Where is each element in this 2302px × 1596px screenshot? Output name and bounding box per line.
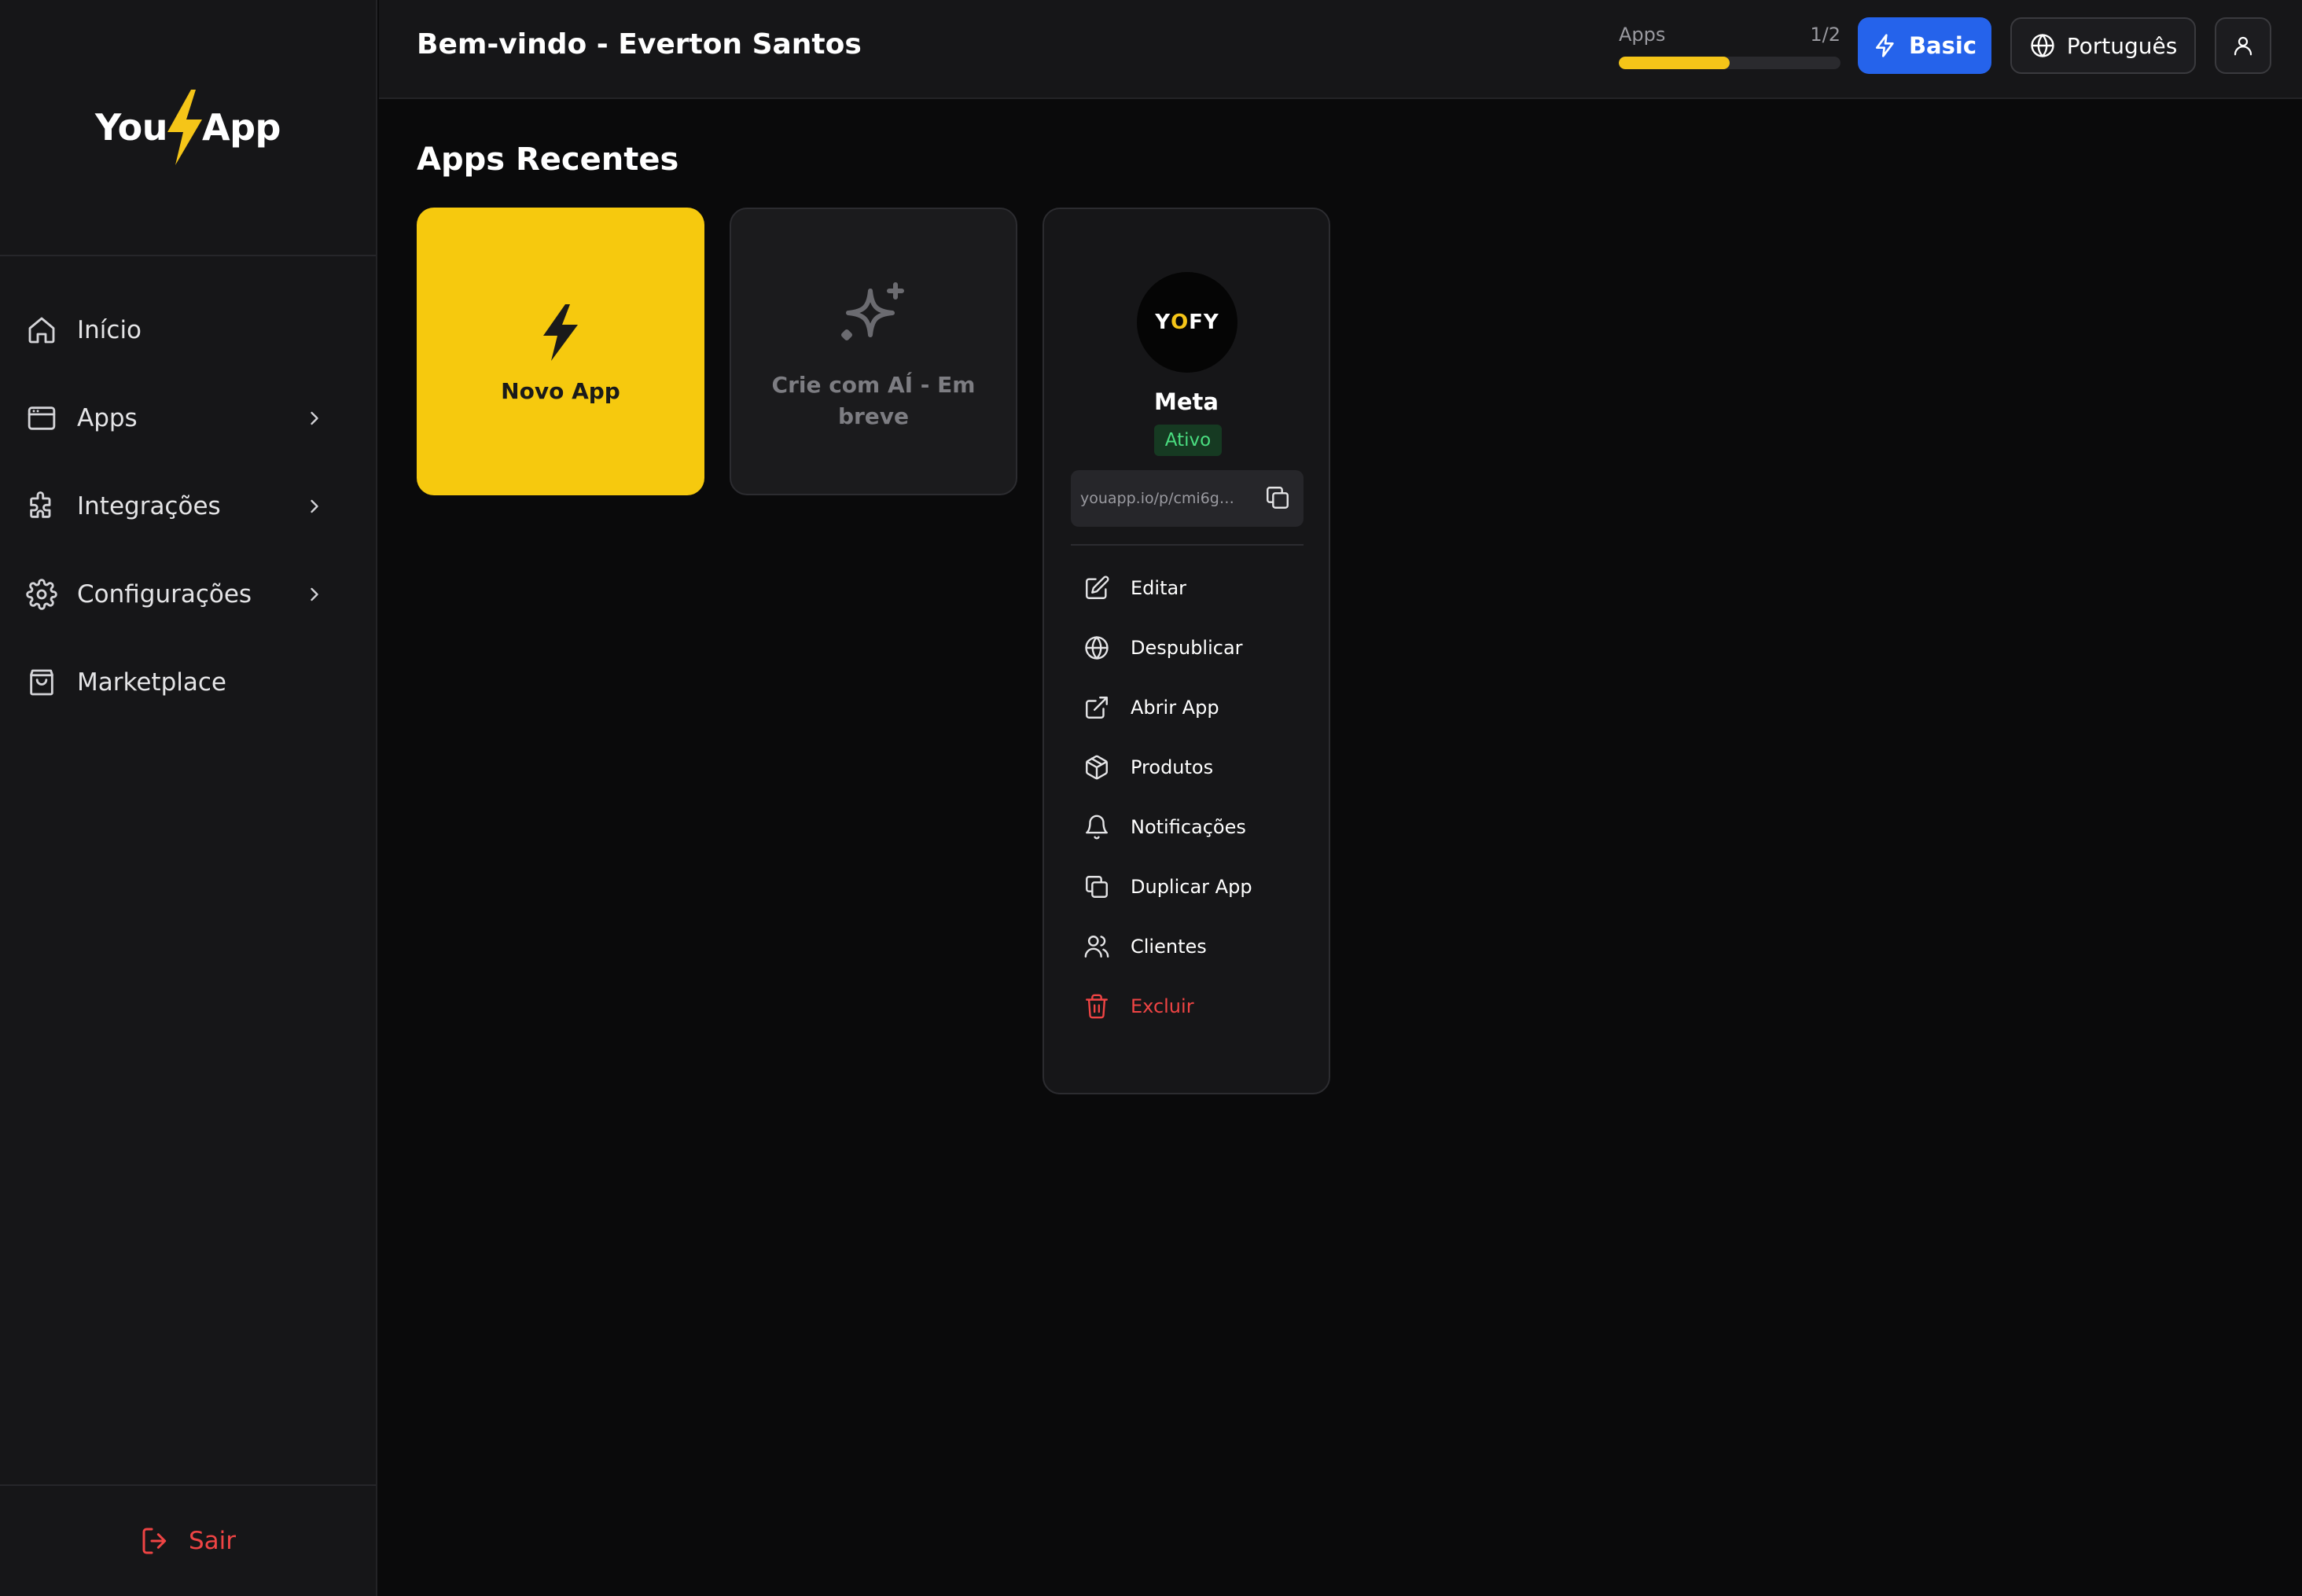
new-app-label: Novo App [501, 377, 620, 404]
menu-item-label: Duplicar App [1131, 876, 1252, 898]
user-menu-button[interactable] [2215, 17, 2271, 74]
sidebar-item-label: Marketplace [77, 668, 226, 697]
app-card: YOFY Meta Ativo youapp.io/p/cmi6g3... Ed… [1043, 208, 1330, 1094]
ai-card-label: Crie com AÍ - Em breve [771, 372, 976, 429]
app-url: youapp.io/p/cmi6g3... [1080, 490, 1242, 507]
lightning-logo-icon [167, 90, 202, 165]
app-name: Meta [1154, 388, 1219, 415]
logo[interactable]: You App [95, 90, 281, 165]
products-button[interactable]: Produtos [1071, 737, 1304, 797]
menu-item-label: Notificações [1131, 816, 1246, 838]
top-header: Bem-vindo - Everton Santos Apps 1/2 Basi… [379, 0, 2302, 99]
ai-create-card: Crie com AÍ - Em breve [730, 208, 1017, 495]
unpublish-app-button[interactable]: Despublicar [1071, 618, 1304, 678]
user-icon [2234, 36, 2252, 56]
bell-icon [1086, 815, 1108, 840]
sidebar-nav: Início Apps Integrações Configurações Ma… [0, 256, 376, 726]
users-icon [1084, 936, 1109, 958]
sidebar-item-label: Início [77, 316, 142, 344]
logo-text-right: App [201, 106, 281, 149]
delete-app-button[interactable]: Excluir [1071, 976, 1304, 1036]
language-label: Português [2066, 32, 2178, 59]
sidebar-item-label: Integrações [77, 492, 221, 520]
duplicate-app-button[interactable]: Duplicar App [1071, 857, 1304, 917]
puzzle-icon [25, 490, 58, 523]
menu-item-label: Produtos [1131, 756, 1214, 778]
trash-icon [1086, 994, 1108, 1019]
app-avatar: YOFY [1137, 272, 1237, 373]
customers-button[interactable]: Clientes [1071, 917, 1304, 976]
shopping-bag-icon [25, 666, 58, 699]
gear-icon [25, 578, 58, 611]
menu-item-label: Excluir [1131, 995, 1194, 1017]
lightning-icon [543, 303, 578, 361]
app-window-icon [25, 402, 58, 435]
sidebar: You App Início Apps Integrações Configur… [0, 0, 377, 1596]
globe-icon [2031, 34, 2054, 57]
apps-usage-meter: Apps 1/2 [1619, 24, 1840, 69]
sidebar-item-label: Configurações [77, 580, 252, 609]
logout-label: Sair [188, 1527, 237, 1555]
home-icon [25, 314, 58, 347]
sidebar-footer: Sair [0, 1484, 376, 1596]
plan-button[interactable]: Basic [1858, 17, 1991, 74]
sidebar-item-integracoes[interactable]: Integrações [0, 462, 376, 550]
menu-item-label: Clientes [1131, 936, 1207, 958]
menu-item-label: Despublicar [1131, 637, 1243, 659]
package-icon [1086, 755, 1108, 780]
app-actions-menu: Editar Despublicar Abrir App Produtos No… [1071, 558, 1304, 1036]
app-avatar-text: YOFY [1155, 311, 1219, 334]
page-title: Bem-vindo - Everton Santos [417, 28, 862, 61]
usage-label: Apps [1619, 24, 1666, 46]
open-app-button[interactable]: Abrir App [1071, 678, 1304, 737]
copy-icon [1086, 876, 1108, 898]
usage-progress-track [1619, 57, 1840, 69]
copy-url-button[interactable] [1264, 484, 1293, 513]
edit-icon [1086, 576, 1109, 599]
plan-label: Basic [1908, 32, 1977, 59]
sidebar-item-configuracoes[interactable]: Configurações [0, 550, 376, 638]
notifications-button[interactable]: Notificações [1071, 797, 1304, 857]
new-app-card[interactable]: Novo App [417, 208, 704, 495]
chevron-right-icon [303, 495, 325, 517]
language-selector[interactable]: Português [2010, 17, 2196, 74]
menu-item-label: Editar [1131, 577, 1187, 599]
edit-app-button[interactable]: Editar [1071, 558, 1304, 618]
usage-progress-fill [1619, 57, 1730, 69]
section-title: Apps Recentes [417, 142, 679, 178]
external-link-icon [1086, 697, 1108, 719]
usage-count: 1/2 [1810, 24, 1840, 46]
card-divider [1071, 544, 1304, 546]
sidebar-item-apps[interactable]: Apps [0, 374, 376, 462]
chevron-right-icon [303, 407, 325, 429]
globe-icon [1085, 636, 1109, 660]
status-badge: Ativo [1154, 425, 1222, 456]
copy-icon [1267, 487, 1289, 509]
menu-item-label: Abrir App [1131, 697, 1219, 719]
lightning-icon [1875, 34, 1894, 57]
sparkles-icon [841, 282, 904, 340]
log-out-icon [142, 1528, 167, 1554]
sidebar-item-label: Apps [77, 404, 138, 432]
app-url-field: youapp.io/p/cmi6g3... [1071, 470, 1304, 527]
logo-text-left: You [95, 106, 167, 149]
sidebar-item-marketplace[interactable]: Marketplace [0, 638, 376, 726]
chevron-right-icon [303, 583, 325, 605]
sidebar-item-inicio[interactable]: Início [0, 286, 376, 374]
logout-button[interactable]: Sair [140, 1525, 236, 1557]
logo-area: You App [0, 0, 376, 256]
